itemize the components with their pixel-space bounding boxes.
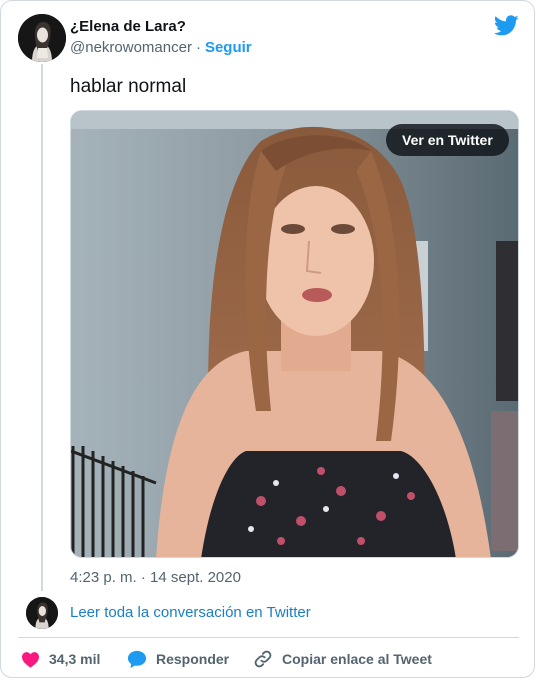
reply-button[interactable]: Responder [127,648,229,670]
like-button[interactable]: 34,3 mil [21,648,100,670]
reply-avatar [26,597,58,629]
video-thumbnail[interactable]: Ver en Twitter [70,110,519,558]
tweet-actions-bar: 34,3 mil Responder Copiar enlace al Twee… [1,641,534,677]
twitter-bird-icon[interactable] [493,15,519,36]
author-name[interactable]: ¿Elena de Lara? [70,18,186,35]
likes-count: 34,3 mil [49,651,101,667]
author-avatar[interactable] [18,14,66,62]
author-handle-line: @nekrowomancer · Seguir [70,39,252,56]
author-handle[interactable]: @nekrowomancer [70,39,192,56]
tweet-text: hablar normal [70,76,187,97]
link-icon [253,649,273,669]
copy-link-label: Copiar enlace al Tweet [282,651,432,667]
reply-label: Responder [156,651,230,667]
heart-icon [21,651,40,668]
tweet-embed-card: ¿Elena de Lara? @nekrowomancer · Seguir ha… [0,0,535,678]
speech-bubble-icon [127,650,147,669]
watch-on-twitter-button[interactable]: Ver en Twitter [386,124,509,156]
tweet-timestamp[interactable]: 4:23 p. m. · 14 sept. 2020 [70,569,241,586]
separator-dot: · [195,39,201,56]
thread-connector-line [41,64,43,591]
actions-divider [18,637,519,638]
follow-button[interactable]: Seguir [205,39,252,56]
read-conversation-link[interactable]: Leer toda la conversación en Twitter [70,604,311,621]
copy-link-button[interactable]: Copiar enlace al Tweet [253,648,432,670]
